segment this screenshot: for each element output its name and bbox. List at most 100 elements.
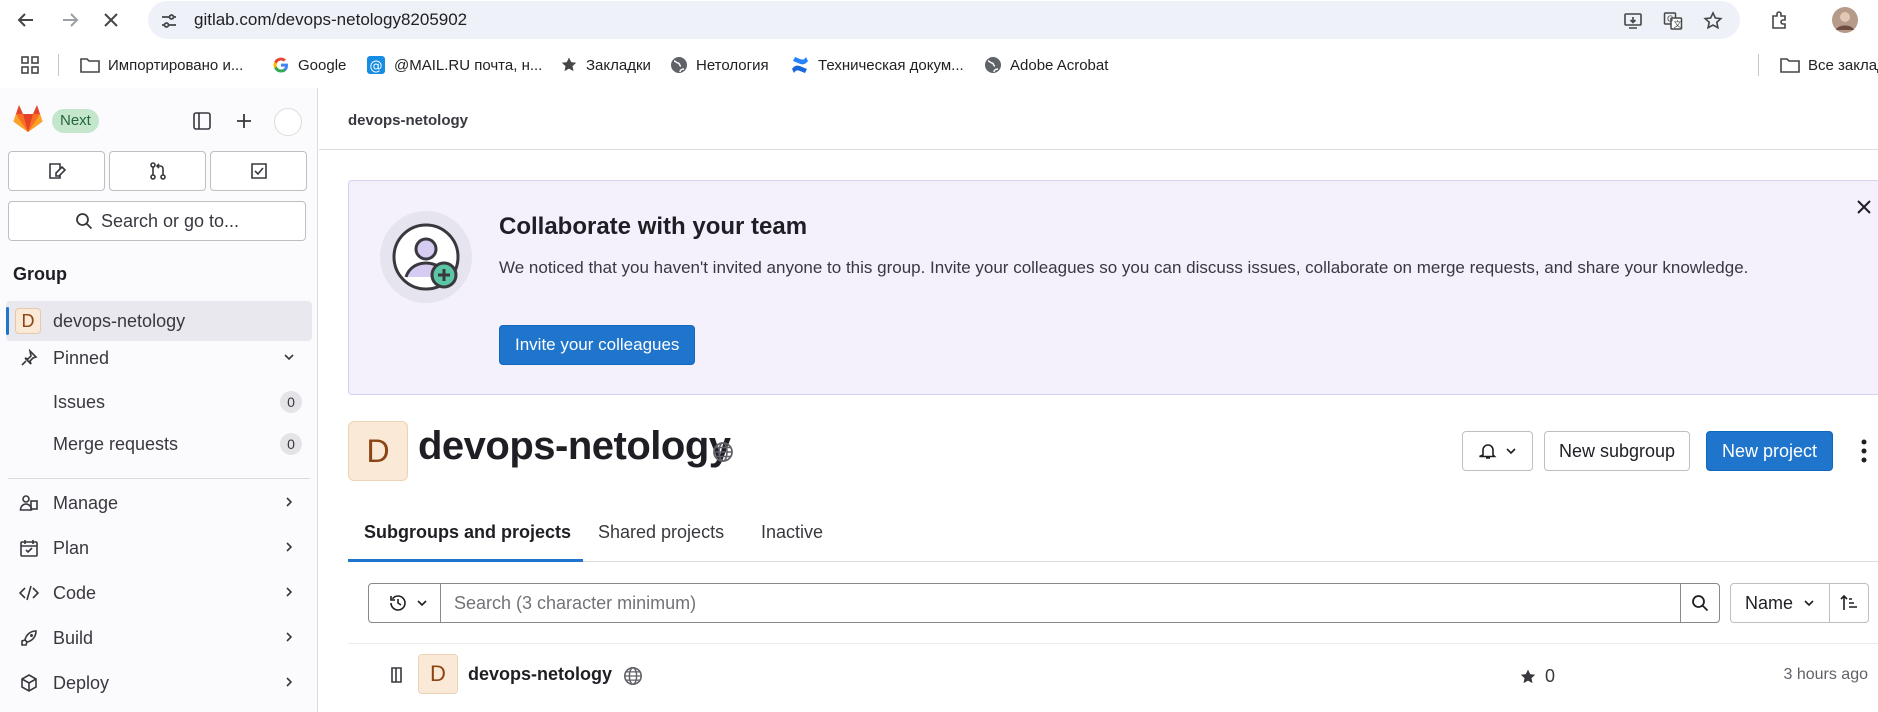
bookmark-item[interactable]: Закладки <box>560 54 651 76</box>
mailru-icon: @ <box>367 56 385 74</box>
url-text: gitlab.com/devops-netology8205902 <box>194 10 468 29</box>
sidebar-toggle-icon[interactable] <box>188 107 216 135</box>
tab-subgroups-and-projects[interactable]: Subgroups and projects <box>364 522 571 543</box>
sidebar-item-merge-requests[interactable]: Merge requests 0 <box>6 424 312 464</box>
address-bar[interactable]: gitlab.com/devops-netology8205902 G文 <box>148 1 1740 39</box>
page-title: devops-netology <box>418 424 731 468</box>
profile-avatar[interactable] <box>1831 6 1859 34</box>
sidebar-item-manage[interactable]: Manage <box>6 483 312 523</box>
search-button[interactable]: Search or go to... <box>8 201 306 241</box>
issues-icon <box>48 163 66 179</box>
close-icon <box>104 13 118 27</box>
sidebar-item-build[interactable]: Build <box>6 618 312 658</box>
todo-icon <box>250 163 267 179</box>
bookmark-label: Импортировано и... <box>108 56 244 74</box>
chevron-down-icon <box>417 600 427 607</box>
tab-inactive[interactable]: Inactive <box>761 522 823 543</box>
sidebar-item-group[interactable]: D devops-netology <box>6 301 312 341</box>
bookmark-item[interactable]: Техническая докум... <box>790 54 964 76</box>
add-member-illustration-icon <box>380 211 472 303</box>
project-search-input[interactable] <box>440 583 1681 623</box>
create-new-icon[interactable] <box>230 107 258 135</box>
stop-loading-button[interactable] <box>97 6 125 34</box>
more-actions-icon[interactable] <box>1860 438 1868 464</box>
bookmarks-divider <box>58 54 59 76</box>
star-count[interactable]: 0 <box>1519 666 1555 687</box>
install-app-icon[interactable] <box>1622 10 1644 32</box>
notification-settings-button[interactable] <box>1462 431 1533 471</box>
sidebar-item-plan[interactable]: Plan <box>6 528 312 568</box>
deploy-icon <box>18 672 40 694</box>
group-avatar-large: D <box>348 421 408 481</box>
puzzle-icon <box>1772 11 1786 29</box>
bookmark-item[interactable]: Нетология <box>670 54 769 76</box>
sidebar-item-code[interactable]: Code <box>6 573 312 613</box>
group-tabs: Subgroups and projects Shared projects I… <box>348 508 1878 562</box>
list-divider <box>348 643 1878 644</box>
issues-count-badge: 0 <box>280 391 302 413</box>
sort-ascending-icon <box>1840 594 1857 610</box>
search-icon <box>76 213 93 230</box>
issues-shortcut-button[interactable] <box>8 151 105 191</box>
site-info-icon[interactable] <box>158 10 180 32</box>
merge-requests-shortcut-button[interactable] <box>109 151 206 191</box>
sidebar-context-heading: Group <box>13 264 67 284</box>
sidebar-item-label: devops-netology <box>53 310 186 331</box>
updated-timestamp: 3 hours ago <box>1783 666 1868 683</box>
browser-toolbar: gitlab.com/devops-netology8205902 G文 <box>0 0 1878 40</box>
list-item[interactable]: D devops-netology 0 3 hours ago <box>348 652 1878 698</box>
chevron-right-icon <box>282 585 296 599</box>
sidebar-item-label: Code <box>53 582 97 603</box>
close-icon[interactable] <box>1852 195 1876 219</box>
public-visibility-icon[interactable] <box>623 666 643 686</box>
new-subgroup-button[interactable]: New subgroup <box>1544 431 1691 471</box>
invite-banner: Collaborate with your team We noticed th… <box>348 180 1878 395</box>
forward-button[interactable] <box>56 6 84 34</box>
search-submit-button[interactable] <box>1680 583 1720 623</box>
group-avatar: D <box>15 308 41 334</box>
apps-icon[interactable] <box>20 54 40 76</box>
chevron-right-icon <box>282 540 296 554</box>
star-icon <box>1520 669 1536 683</box>
new-project-button[interactable]: New project <box>1706 431 1834 471</box>
sidebar-item-issues[interactable]: Issues 0 <box>6 382 312 422</box>
sort-by-dropdown[interactable]: Name <box>1730 583 1830 623</box>
invite-colleagues-button[interactable]: Invite your colleagues <box>499 325 696 365</box>
gitlab-logo-icon[interactable] <box>12 103 44 133</box>
recent-searches-button[interactable] <box>368 583 448 623</box>
sidebar-item-label: Manage <box>53 492 119 513</box>
todo-shortcut-button[interactable] <box>210 151 307 191</box>
banner-text: We noticed that you haven't invited anyo… <box>499 258 1749 277</box>
breadcrumb[interactable]: devops-netology <box>348 112 468 129</box>
bookmark-item[interactable]: Google <box>272 54 346 76</box>
sidebar-item-deploy[interactable]: Deploy <box>6 663 312 703</box>
chevron-down-icon <box>1505 448 1516 455</box>
public-visibility-icon[interactable] <box>712 441 734 463</box>
project-avatar: D <box>418 654 458 694</box>
bookmark-label: Нетология <box>696 56 769 74</box>
merge-request-icon <box>149 162 166 180</box>
arrow-right-icon <box>63 13 79 27</box>
star-icon <box>561 57 577 72</box>
all-bookmarks[interactable]: Все заклад <box>1780 54 1878 76</box>
tab-shared-projects[interactable]: Shared projects <box>598 522 724 543</box>
user-avatar[interactable] <box>274 108 302 136</box>
bookmark-item[interactable]: Adobe Acrobat <box>984 54 1108 76</box>
translate-icon[interactable]: G文 <box>1662 10 1684 32</box>
sort-direction-button[interactable] <box>1829 583 1869 623</box>
pin-icon <box>18 347 40 369</box>
banner-title: Collaborate with your team <box>499 213 808 240</box>
bookmark-item[interactable]: @ @MAIL.RU почта, н... <box>366 54 542 76</box>
google-icon <box>273 57 288 73</box>
project-icon <box>388 666 406 684</box>
back-button[interactable] <box>12 6 40 34</box>
project-name-link[interactable]: devops-netology <box>468 664 612 685</box>
folder-icon <box>80 58 100 73</box>
plan-icon <box>18 537 40 559</box>
extensions-button[interactable] <box>1765 6 1793 34</box>
bookmark-label: Google <box>298 56 347 74</box>
bookmark-star-icon[interactable] <box>1702 10 1724 32</box>
next-badge[interactable]: Next <box>52 109 99 133</box>
sidebar-item-pinned[interactable]: Pinned <box>6 338 312 378</box>
bookmark-item[interactable]: Импортировано и... <box>80 54 243 76</box>
